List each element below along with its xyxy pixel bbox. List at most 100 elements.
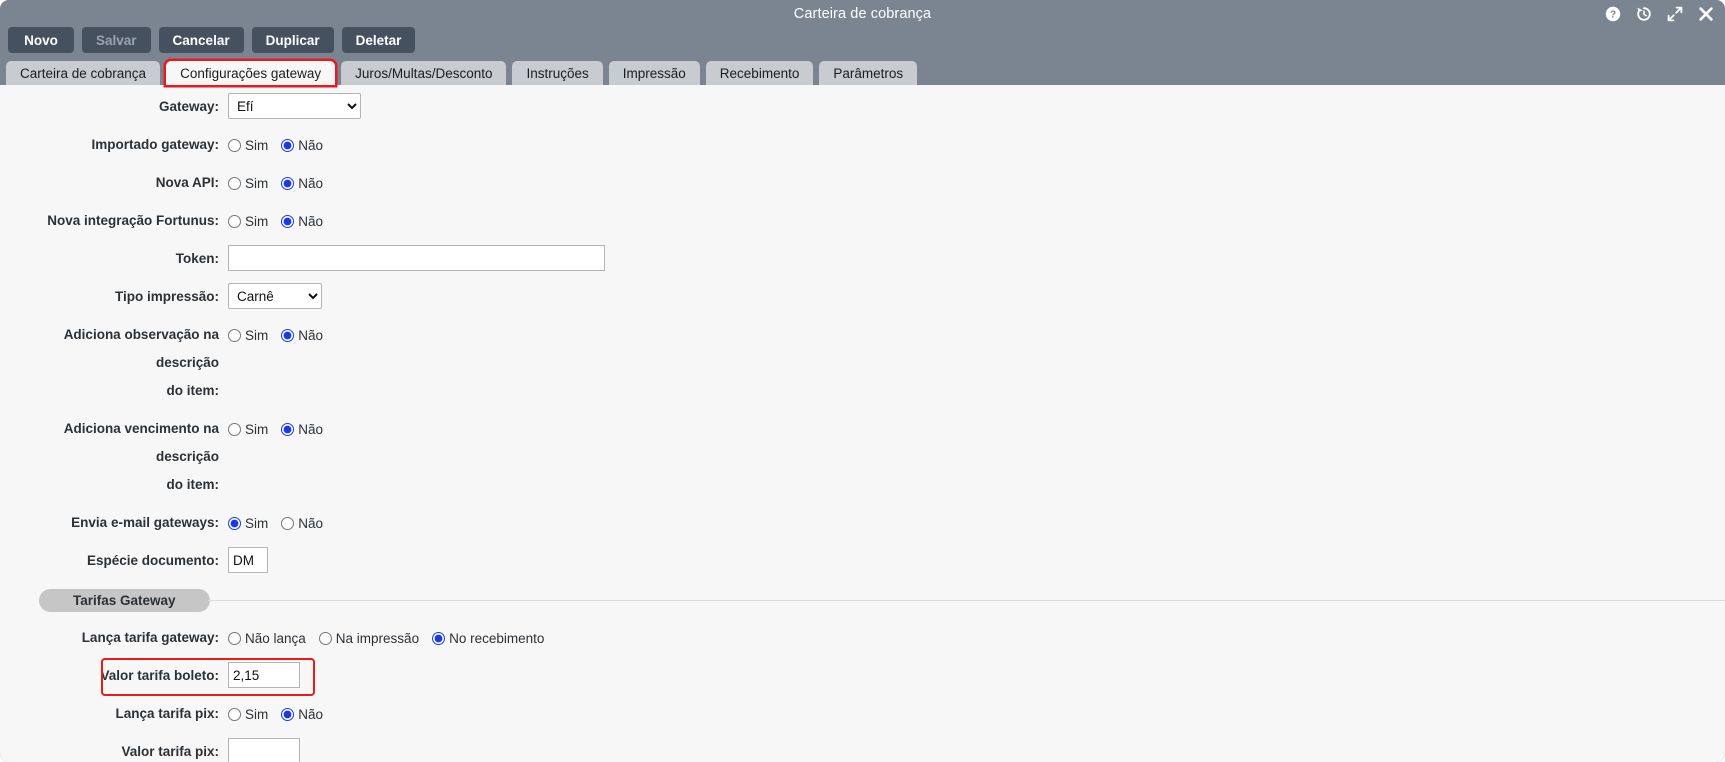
adiciona-vencimento-option-sim[interactable]: Sim bbox=[228, 422, 268, 437]
help-icon[interactable]: ? bbox=[1604, 5, 1622, 23]
window-controls: ? bbox=[1604, 0, 1715, 27]
tab-impressao[interactable]: Impressão bbox=[608, 61, 700, 85]
tab-parametros[interactable]: Parâmetros bbox=[819, 61, 918, 85]
adiciona-observacao-radio-nao[interactable] bbox=[281, 328, 295, 342]
nova-api-radiogroup: Sim Não bbox=[228, 169, 1725, 197]
tab-configuracoes-gateway[interactable]: Configurações gateway bbox=[166, 61, 336, 85]
adiciona-vencimento-radio-sim[interactable] bbox=[228, 422, 241, 436]
nova-api-option-sim-label: Sim bbox=[245, 175, 269, 191]
envia-email-gateways-option-nao-label: Não bbox=[298, 515, 324, 531]
duplicar-button[interactable]: Duplicar bbox=[251, 27, 334, 53]
importado-gateway-option-nao-label: Não bbox=[298, 137, 324, 153]
tarifas-gateway-section-header: Tarifas Gateway bbox=[0, 589, 1725, 612]
nova-integracao-fortunus-radio-nao[interactable] bbox=[281, 214, 295, 228]
row-adiciona-observacao: Adiciona observação na descrição do item… bbox=[0, 321, 1725, 405]
envia-email-gateways-radiogroup: Sim Não bbox=[228, 509, 1725, 537]
nova-api-radio-sim[interactable] bbox=[228, 176, 241, 190]
form-panel: Gateway: Efí Importado gateway: Sim Não … bbox=[0, 85, 1725, 762]
adiciona-observacao-radio-sim[interactable] bbox=[228, 328, 241, 342]
importado-gateway-radiogroup: Sim Não bbox=[228, 131, 1725, 159]
lanca-tarifa-gateway-radio-no-recebimento[interactable] bbox=[432, 631, 446, 645]
row-especie-documento: Espécie documento: bbox=[0, 547, 1725, 575]
lanca-tarifa-gateway-option-na-impressao[interactable]: Na impressão bbox=[318, 630, 420, 646]
novo-button[interactable]: Novo bbox=[8, 27, 74, 53]
importado-gateway-radio-sim[interactable] bbox=[228, 138, 241, 152]
lanca-tarifa-gateway-label: Lança tarifa gateway: bbox=[81, 630, 219, 645]
especie-documento-input[interactable] bbox=[228, 547, 268, 573]
envia-email-gateways-radio-nao[interactable] bbox=[281, 516, 295, 530]
nova-integracao-fortunus-option-nao[interactable]: Não bbox=[281, 214, 323, 229]
row-importado-gateway: Importado gateway: Sim Não bbox=[0, 131, 1725, 159]
nova-integracao-fortunus-option-sim[interactable]: Sim bbox=[228, 214, 268, 229]
tipo-impressao-select[interactable]: Carnê bbox=[228, 283, 322, 309]
section-divider bbox=[207, 600, 1725, 601]
importado-gateway-radio-nao[interactable] bbox=[281, 138, 295, 152]
row-lanca-tarifa-pix: Lança tarifa pix: Sim Não bbox=[0, 700, 1725, 728]
importado-gateway-option-nao[interactable]: Não bbox=[281, 138, 323, 153]
adiciona-observacao-label-line2: do item: bbox=[166, 383, 220, 398]
nova-integracao-fortunus-radio-sim[interactable] bbox=[228, 214, 241, 228]
gateway-select[interactable]: Efí bbox=[228, 93, 361, 119]
nova-api-radio-nao[interactable] bbox=[281, 176, 295, 190]
tab-recebimento[interactable]: Recebimento bbox=[705, 61, 814, 85]
tab-instrucoes[interactable]: Instruções bbox=[512, 61, 603, 85]
svg-text:?: ? bbox=[1610, 9, 1616, 20]
lanca-tarifa-pix-option-nao[interactable]: Não bbox=[281, 707, 323, 722]
lanca-tarifa-gateway-option-nao-lanca-label: Não lança bbox=[245, 630, 306, 646]
envia-email-gateways-option-sim[interactable]: Sim bbox=[228, 516, 268, 531]
tab-juros-multas-desconto[interactable]: Juros/Multas/Desconto bbox=[341, 61, 507, 85]
row-nova-api: Nova API: Sim Não bbox=[0, 169, 1725, 197]
adiciona-observacao-option-sim[interactable]: Sim bbox=[228, 328, 268, 343]
row-tipo-impressao: Tipo impressão: Carnê bbox=[0, 283, 1725, 311]
nova-integracao-fortunus-option-sim-label: Sim bbox=[245, 213, 269, 229]
row-valor-tarifa-pix: Valor tarifa pix: bbox=[0, 738, 1725, 762]
lanca-tarifa-gateway-option-na-impressao-label: Na impressão bbox=[335, 630, 420, 646]
adiciona-observacao-label: Adiciona observação na descrição do item… bbox=[0, 321, 228, 405]
close-icon[interactable] bbox=[1697, 5, 1715, 23]
envia-email-gateways-option-nao[interactable]: Não bbox=[281, 516, 323, 531]
importado-gateway-label: Importado gateway: bbox=[91, 137, 219, 152]
token-label: Token: bbox=[175, 251, 219, 266]
row-adiciona-vencimento: Adiciona vencimento na descrição do item… bbox=[0, 415, 1725, 499]
lanca-tarifa-gateway-radio-nao-lanca[interactable] bbox=[228, 631, 241, 645]
valor-tarifa-boleto-label: Valor tarifa boleto: bbox=[100, 668, 219, 683]
lanca-tarifa-gateway-option-nao-lanca[interactable]: Não lança bbox=[228, 631, 306, 646]
valor-tarifa-boleto-input[interactable] bbox=[228, 662, 300, 688]
token-input[interactable] bbox=[228, 245, 605, 271]
salvar-button[interactable]: Salvar bbox=[82, 27, 151, 53]
lanca-tarifa-gateway-radiogroup: Não lança Na impressão No recebimento bbox=[228, 624, 1725, 652]
adiciona-vencimento-label: Adiciona vencimento na descrição do item… bbox=[0, 415, 228, 499]
tab-carteira-de-cobranca[interactable]: Carteira de cobrança bbox=[6, 61, 161, 85]
adiciona-observacao-option-sim-label: Sim bbox=[245, 327, 269, 343]
cancelar-button[interactable]: Cancelar bbox=[158, 27, 244, 53]
adiciona-vencimento-label-line2: do item: bbox=[166, 477, 220, 492]
adiciona-observacao-option-nao[interactable]: Não bbox=[281, 328, 323, 343]
adiciona-observacao-option-nao-label: Não bbox=[298, 327, 324, 343]
adiciona-observacao-label-line1: Adiciona observação na descrição bbox=[63, 327, 219, 370]
envia-email-gateways-radio-sim[interactable] bbox=[228, 516, 241, 530]
importado-gateway-option-sim-label: Sim bbox=[245, 137, 269, 153]
lanca-tarifa-pix-radio-sim[interactable] bbox=[228, 707, 241, 721]
nova-api-option-sim[interactable]: Sim bbox=[228, 176, 268, 191]
row-envia-email-gateways: Envia e-mail gateways: Sim Não bbox=[0, 509, 1725, 537]
nova-integracao-fortunus-option-nao-label: Não bbox=[298, 213, 324, 229]
deletar-button[interactable]: Deletar bbox=[341, 27, 416, 53]
envia-email-gateways-option-sim-label: Sim bbox=[245, 515, 269, 531]
tab-bar: Carteira de cobrança Configurações gatew… bbox=[0, 59, 1725, 85]
valor-tarifa-pix-input[interactable] bbox=[228, 738, 300, 762]
tarifas-gateway-title: Tarifas Gateway bbox=[39, 589, 210, 612]
lanca-tarifa-pix-option-sim-label: Sim bbox=[245, 706, 269, 722]
expand-icon[interactable] bbox=[1666, 5, 1684, 23]
lanca-tarifa-pix-radio-nao[interactable] bbox=[281, 707, 295, 721]
history-icon[interactable] bbox=[1635, 5, 1653, 23]
lanca-tarifa-pix-option-sim[interactable]: Sim bbox=[228, 707, 268, 722]
adiciona-vencimento-option-nao[interactable]: Não bbox=[281, 422, 323, 437]
importado-gateway-option-sim[interactable]: Sim bbox=[228, 138, 268, 153]
row-token: Token: bbox=[0, 245, 1725, 273]
nova-api-option-nao-label: Não bbox=[298, 175, 324, 191]
lanca-tarifa-gateway-radio-na-impressao[interactable] bbox=[318, 631, 332, 645]
lanca-tarifa-gateway-option-no-recebimento[interactable]: No recebimento bbox=[432, 631, 544, 646]
nova-api-label: Nova API: bbox=[155, 175, 219, 190]
adiciona-vencimento-radio-nao[interactable] bbox=[281, 422, 295, 436]
nova-api-option-nao[interactable]: Não bbox=[281, 176, 323, 191]
